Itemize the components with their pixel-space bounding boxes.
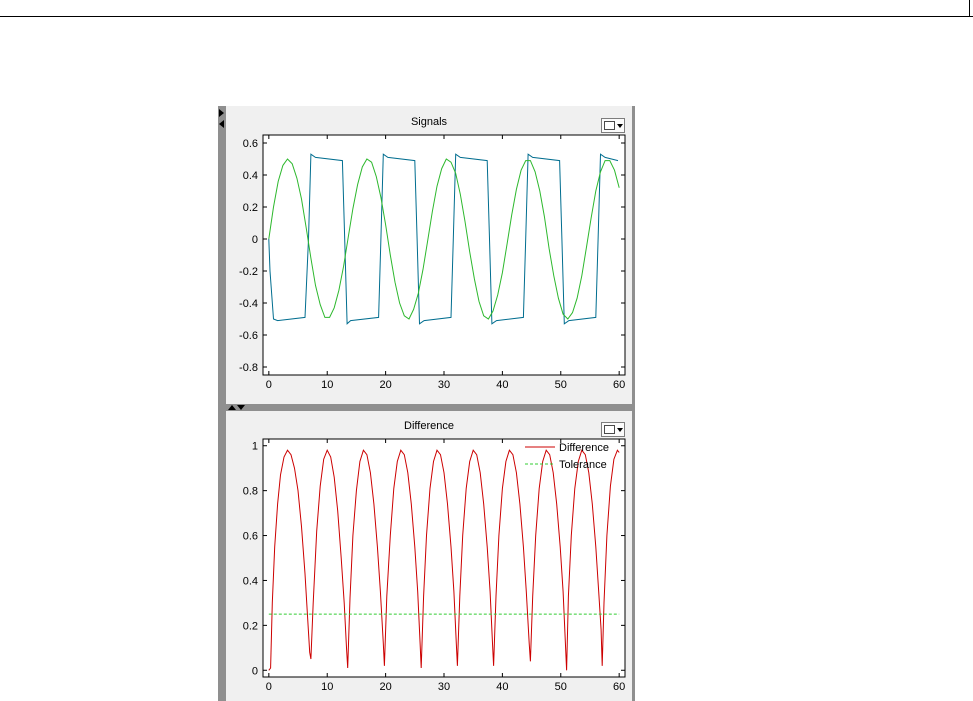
x-tick-label: 60 xyxy=(613,379,625,391)
y-tick-label: 0.2 xyxy=(243,620,258,632)
x-tick-label: 30 xyxy=(438,379,450,391)
y-tick-label: 0 xyxy=(252,665,258,677)
y-tick-label: -0.4 xyxy=(239,298,258,310)
y-tick-label: 0.2 xyxy=(243,202,258,214)
y-tick-label: 1 xyxy=(252,441,258,453)
legend-label: Difference xyxy=(559,442,609,454)
x-tick-label: 10 xyxy=(321,379,333,391)
y-tick-label: 0.4 xyxy=(243,170,258,182)
y-tick-label: 0.6 xyxy=(243,531,258,543)
x-tick-label: 10 xyxy=(321,681,333,693)
x-tick-label: 60 xyxy=(613,681,625,693)
x-tick-label: 0 xyxy=(266,379,272,391)
x-tick-label: 50 xyxy=(555,379,567,391)
x-tick-label: 40 xyxy=(496,681,508,693)
x-tick-label: 40 xyxy=(496,379,508,391)
y-tick-label: 0 xyxy=(252,234,258,246)
scope-panel: Signals Difference 0.6 0.4 0.2 0 -0.2 -0.4 -0.… xyxy=(218,106,635,701)
page-header-tick xyxy=(969,0,970,16)
y-tick-label: -0.6 xyxy=(239,330,258,342)
y-tick-label: 0.8 xyxy=(243,486,258,498)
x-tick-label: 0 xyxy=(266,681,272,693)
x-tick-label: 20 xyxy=(379,379,391,391)
x-tick-label: 50 xyxy=(555,681,567,693)
plot-area-0 xyxy=(262,134,626,376)
x-tick-label: 20 xyxy=(379,681,391,693)
x-tick-label: 30 xyxy=(438,681,450,693)
charts-canvas: 0.60.40.20-0.2-0.4-0.6-0.80 10 20 30 40 50 601… xyxy=(239,134,626,693)
page-header-rule xyxy=(0,16,973,17)
legend-label: Tolerance xyxy=(559,459,607,471)
y-tick-label: 0.6 xyxy=(243,138,258,150)
y-tick-label: -0.8 xyxy=(239,362,258,374)
y-tick-label: 0.4 xyxy=(243,575,258,587)
y-tick-label: -0.2 xyxy=(239,266,258,278)
